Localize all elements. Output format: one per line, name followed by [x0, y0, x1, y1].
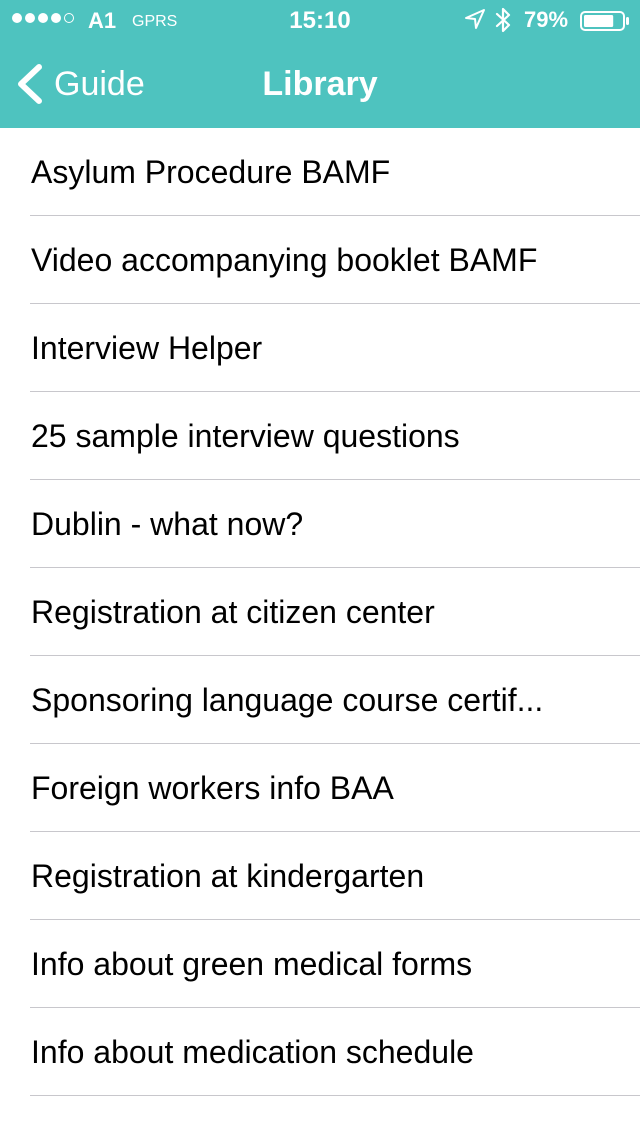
list-item-label: 25 sample interview questions: [31, 418, 460, 454]
list-item-label: Info about medication schedule: [31, 1034, 474, 1070]
status-bar: A1 GPRS 15:10 79%: [0, 0, 640, 40]
list-item-label: Registration at citizen center: [31, 594, 435, 630]
list-item-label: Video accompanying booklet BAMF: [31, 242, 538, 278]
list-item-label: Foreign workers info BAA: [31, 770, 394, 806]
list-item[interactable]: Asylum Procedure BAMF: [0, 128, 640, 216]
list-item[interactable]: 25 sample interview questions: [0, 392, 640, 480]
list-item-label: Sponsoring language course certif...: [31, 682, 544, 718]
list-item[interactable]: Interview Helper: [0, 304, 640, 392]
list-item[interactable]: Info about medication schedule: [0, 1008, 640, 1096]
battery-icon: [580, 11, 629, 31]
list-item-label: Interview Helper: [31, 330, 263, 366]
location-arrow-icon: [465, 9, 485, 29]
list-item-label: Registration at kindergarten: [31, 858, 425, 894]
library-list: Asylum Procedure BAMF Video accompanying…: [0, 128, 640, 1096]
header: A1 GPRS 15:10 79% Guide Library: [0, 0, 640, 128]
list-item[interactable]: Dublin - what now?: [0, 480, 640, 568]
list-item[interactable]: Video accompanying booklet BAMF: [0, 216, 640, 304]
list-item-label: Info about green medical forms: [31, 946, 473, 982]
navigation-bar: Guide Library: [0, 40, 640, 128]
list-item-label: Asylum Procedure BAMF: [31, 154, 391, 190]
library-screen: A1 GPRS 15:10 79% Guide Library Asylum P…: [0, 0, 640, 1136]
list-item[interactable]: Registration at kindergarten: [0, 832, 640, 920]
list-item[interactable]: Info about green medical forms: [0, 920, 640, 1008]
list-item-label: Dublin - what now?: [31, 506, 304, 542]
list-item[interactable]: Registration at citizen center: [0, 568, 640, 656]
battery-percentage: 79%: [524, 7, 569, 32]
list-item[interactable]: Foreign workers info BAA: [0, 744, 640, 832]
bluetooth-icon: [495, 7, 511, 33]
page-title: Library: [262, 65, 378, 103]
list-item[interactable]: Sponsoring language course certif...: [0, 656, 640, 744]
